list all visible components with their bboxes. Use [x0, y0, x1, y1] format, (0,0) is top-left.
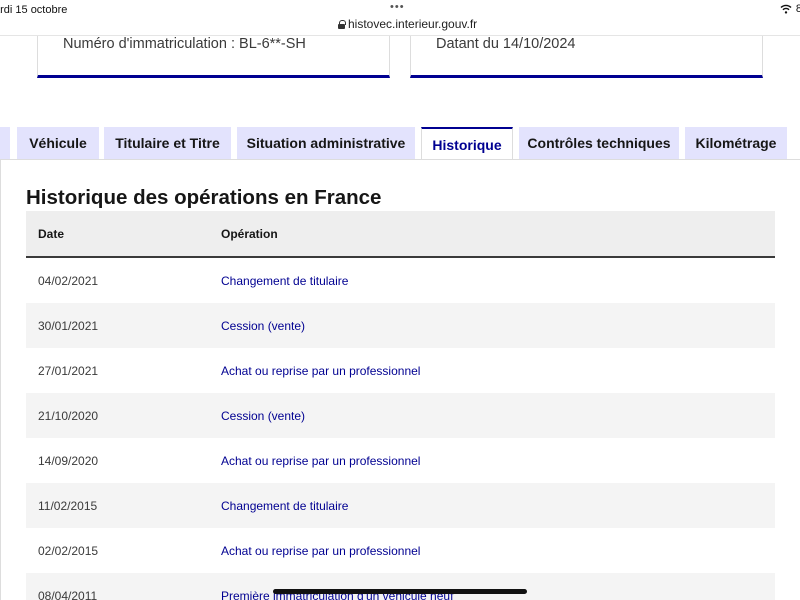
lock-icon [338, 19, 346, 29]
operations-table: Date Opération 04/02/2021 Changement de … [26, 211, 775, 600]
table-row: 08/04/2011 Première immatriculation d'un… [26, 573, 775, 600]
more-dots-icon[interactable]: ••• [390, 1, 405, 13]
tab-bar: Véhicule Titulaire et Titre Situation ad… [0, 127, 800, 160]
wifi-icon [780, 4, 792, 14]
table-row: 14/09/2020 Achat ou reprise par un profe… [26, 438, 775, 483]
table-row: 02/02/2015 Achat ou reprise par un profe… [26, 528, 775, 573]
status-time: ardi 15 octobre [0, 4, 68, 16]
row-date: 27/01/2021 [38, 363, 99, 378]
tab-situation[interactable]: Situation administrative [237, 127, 415, 159]
date-text: Datant du 14/10/2024 [436, 36, 576, 52]
table-row: 30/01/2021 Cession (vente) [26, 303, 775, 348]
row-date: 08/04/2011 [38, 588, 98, 600]
address-url: histovec.interieur.gouv.fr [348, 17, 478, 31]
address-bar[interactable]: histovec.interieur.gouv.fr [338, 17, 477, 31]
tab-titulaire[interactable]: Titulaire et Titre [104, 127, 231, 159]
table-row: 27/01/2021 Achat ou reprise par un profe… [26, 348, 775, 393]
status-indicators: 8 [780, 3, 800, 15]
table-row: 21/10/2020 Cession (vente) [26, 393, 775, 438]
tab-controles[interactable]: Contrôles techniques [519, 127, 679, 159]
row-operation: Cession (vente) [221, 408, 306, 423]
row-date: 14/09/2020 [38, 453, 99, 468]
section-title: Historique des opérations en France [26, 186, 382, 209]
battery-level: 8 [795, 3, 800, 15]
header-operation: Opération [221, 226, 278, 241]
row-date: 21/10/2020 [38, 408, 99, 423]
tab-vehicule[interactable]: Véhicule [17, 127, 99, 159]
row-operation: Changement de titulaire [221, 273, 349, 288]
date-card: Datant du 14/10/2024 [410, 36, 763, 78]
table-row: 04/02/2021 Changement de titulaire [26, 258, 775, 303]
table-row: 11/02/2015 Changement de titulaire [26, 483, 775, 528]
row-date: 02/02/2015 [38, 543, 99, 558]
row-date: 04/02/2021 [38, 273, 99, 288]
table-header: Date Opération [26, 211, 775, 258]
row-date: 11/02/2015 [38, 498, 98, 513]
row-operation: Changement de titulaire [221, 498, 349, 513]
home-indicator[interactable] [273, 589, 527, 594]
tab-kilometrage[interactable]: Kilométrage [685, 127, 787, 159]
tab-historique[interactable]: Historique [421, 127, 513, 160]
row-operation: Achat ou reprise par un professionnel [221, 363, 421, 378]
row-operation: Achat ou reprise par un professionnel [221, 453, 421, 468]
row-date: 30/01/2021 [38, 318, 99, 333]
row-operation: Achat ou reprise par un professionnel [221, 543, 421, 558]
row-operation: Cession (vente) [221, 318, 306, 333]
tab-previous-partial[interactable] [0, 127, 10, 159]
status-bar: ardi 15 octobre ••• histovec.interieur.g… [0, 0, 800, 36]
header-date: Date [38, 226, 65, 241]
immatriculation-text: Numéro d'immatriculation : BL-6**-SH [63, 36, 306, 52]
immatriculation-card: Numéro d'immatriculation : BL-6**-SH [37, 36, 390, 78]
